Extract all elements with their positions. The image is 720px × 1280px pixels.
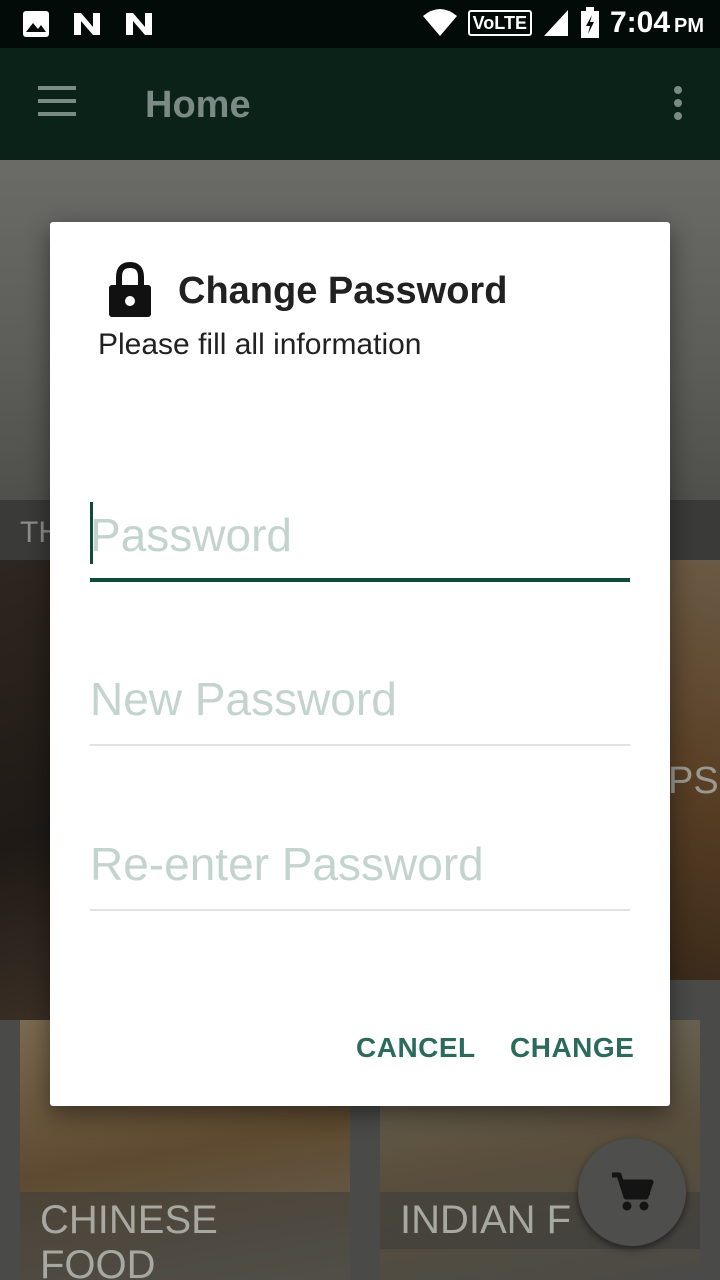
field-underline <box>90 578 630 582</box>
n-notification-icon <box>126 13 152 35</box>
clock-time: 7:04 <box>609 6 670 39</box>
current-password-placeholder: Password <box>90 509 292 561</box>
reenter-password-placeholder: Re-enter Password <box>90 838 484 890</box>
page-title: Home <box>145 84 251 126</box>
volte-icon: VoLTE <box>467 10 532 36</box>
current-password-field[interactable]: Password <box>90 498 630 582</box>
clock-ampm: PM <box>674 15 704 37</box>
status-bar-notifications <box>22 10 154 38</box>
new-password-field[interactable]: New Password <box>90 662 630 746</box>
cancel-button[interactable]: CANCEL <box>356 1032 476 1064</box>
category-tile-label: PS <box>668 760 719 802</box>
reenter-password-field[interactable]: Re-enter Password <box>90 827 630 911</box>
new-password-placeholder: New Password <box>90 673 397 725</box>
status-bar-system: VoLTE 7:04 PM <box>422 6 704 40</box>
change-password-dialog: Change Password Please fill all informat… <box>50 222 670 1106</box>
cart-icon <box>612 1172 654 1211</box>
category-tile-label: CHINESE FOOD <box>20 1192 350 1280</box>
cell-signal-icon <box>543 10 568 36</box>
n-notification-icon <box>74 13 100 35</box>
dialog-title: Change Password <box>178 270 508 312</box>
cart-button[interactable] <box>578 1138 686 1246</box>
clock: 7:04 PM <box>610 6 704 40</box>
status-bar: VoLTE 7:04 PM <box>0 0 720 48</box>
more-vert-icon[interactable] <box>674 86 684 122</box>
lock-icon <box>109 262 151 317</box>
app-toolbar: Home <box>0 48 720 160</box>
field-underline <box>90 744 630 746</box>
image-icon <box>23 11 49 37</box>
wifi-icon <box>422 9 457 36</box>
dialog-subtitle: Please fill all information <box>98 328 422 361</box>
field-underline <box>90 909 630 911</box>
battery-icon <box>580 7 599 38</box>
hamburger-menu-icon[interactable] <box>38 86 76 116</box>
change-button[interactable]: CHANGE <box>510 1032 634 1064</box>
